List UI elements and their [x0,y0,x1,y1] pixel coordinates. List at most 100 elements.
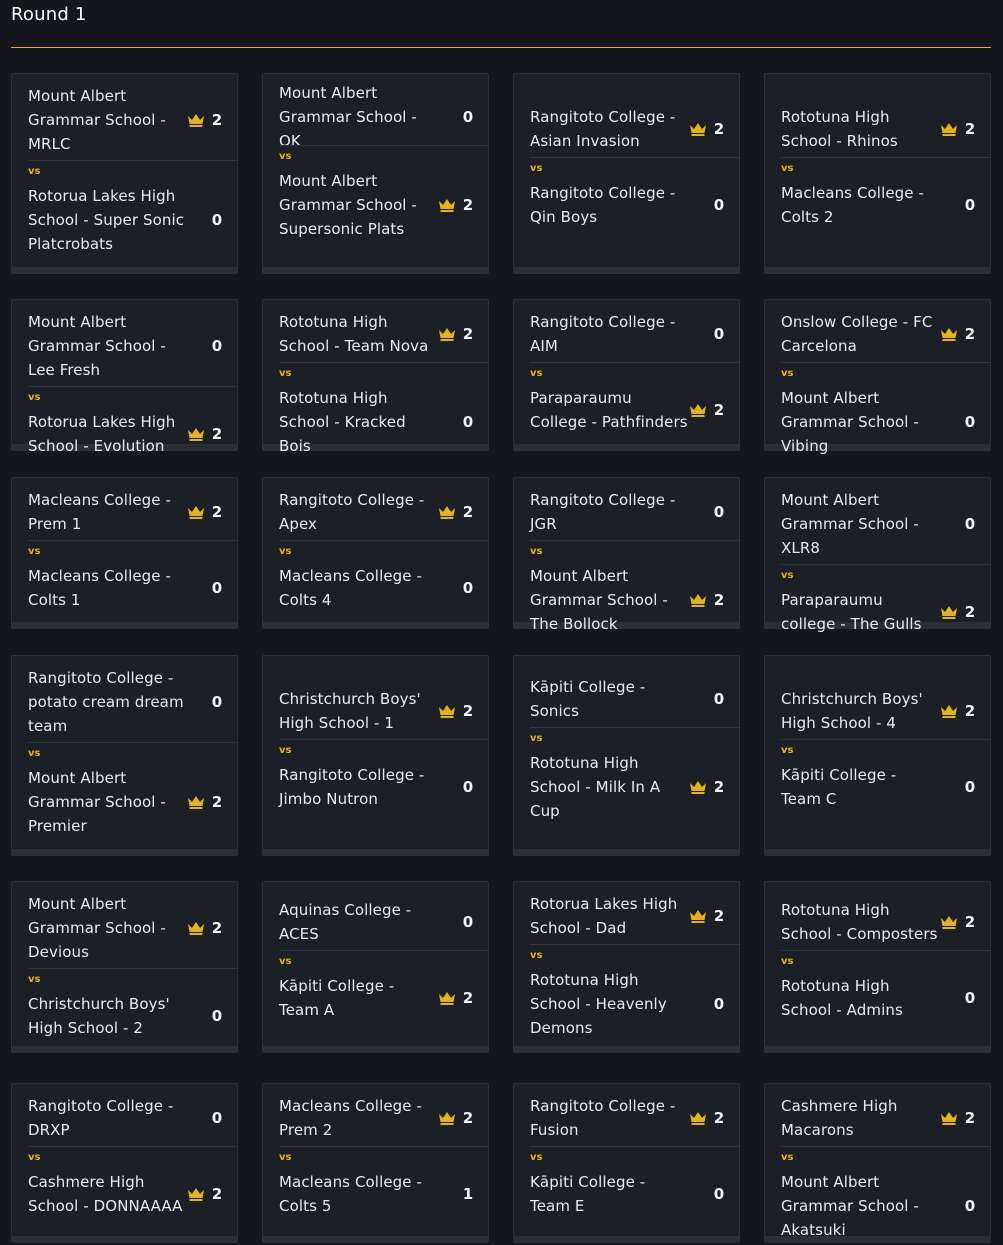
team-top[interactable]: Mount Albert Grammar School - Devious 2 [28,892,223,964]
team-name: Christchurch Boys' High School - 4 [781,690,923,732]
match-card[interactable]: Aquinas College - ACES 0 Kāpiti College - … [262,881,489,1053]
team-score: 0 [713,995,725,1013]
match-card[interactable]: Rangitoto College - Apex 2 Macleans Colleg… [262,477,489,629]
match-card[interactable]: Rototuna High School - Rhinos 2 Macleans C… [764,73,991,274]
match-card[interactable]: Macleans College - Prem 2 2 Macleans Colle… [262,1083,489,1243]
team-top[interactable]: Macleans College - Prem 1 2 [28,488,223,536]
match-divider [530,944,739,945]
crown-icon [690,1112,706,1125]
team-bottom[interactable]: Macleans College - Colts 5 1 [279,1170,474,1218]
team-bottom[interactable]: Rototuna High School - Heavenly Demons 0 [530,968,725,1040]
team-top[interactable]: Onslow College - FC Carcelona 2 [781,310,976,358]
team-bottom[interactable]: Macleans College - Colts 4 0 [279,564,474,612]
match-card[interactable]: Mount Albert Grammar School - OK 0 Mount A… [262,73,489,274]
team-top[interactable]: Christchurch Boys' High School - 4 2 [781,687,976,735]
match-card[interactable]: Macleans College - Prem 1 2 Macleans Colle… [11,477,238,629]
team-name: Mount Albert Grammar School - OK [279,84,417,150]
team-top[interactable]: Rototuna High School - Rhinos 2 [781,105,976,153]
team-top[interactable]: Mount Albert Grammar School - MRLC 2 [28,84,223,156]
team-bottom[interactable]: Mount Albert Grammar School - The Bolloc… [530,564,725,636]
team-bottom[interactable]: Kāpiti College - Team E 0 [530,1170,725,1218]
team-top[interactable]: Rototuna High School - Team Nova 2 [279,310,474,358]
match-card[interactable]: Onslow College - FC Carcelona 2 Mount Albe… [764,299,991,455]
team-top[interactable]: Rangitoto College - DRXP 0 [28,1094,223,1142]
match-card[interactable]: Rototuna High School - Team Nova 2 Rototun… [262,299,489,455]
team-bottom[interactable]: Rangitoto College - Jimbo Nutron 0 [279,763,474,811]
team-top[interactable]: Rangitoto College - JGR 0 [530,488,725,536]
match-card[interactable]: Rangitoto College - AIM 0 Paraparaumu Coll… [513,299,740,451]
team-top[interactable]: Christchurch Boys' High School - 1 2 [279,687,474,735]
match-card[interactable]: Rototuna High School - Composters 2 Rototu… [764,881,991,1053]
team-score: 0 [964,515,976,533]
match-card[interactable]: Rangitoto College - Asian Invasion 2 Rangi… [513,73,740,274]
match-card[interactable]: Christchurch Boys' High School - 1 2 Rangi… [262,655,489,856]
team-top[interactable]: Kāpiti College - Sonics 0 [530,675,725,723]
team-bottom[interactable]: Rototuna High School - Kracked Bois 0 [279,386,474,458]
match-card[interactable]: Mount Albert Grammar School - MRLC 2 Rotor… [11,73,238,274]
team-score: 0 [211,579,223,597]
match-card[interactable]: Mount Albert Grammar School - Lee Fresh 0… [11,299,238,455]
team-bottom[interactable]: Cashmere High School - DONNAAAA 2 [28,1170,223,1218]
match-card[interactable]: Christchurch Boys' High School - 4 2 Kāpit… [764,655,991,856]
team-bottom[interactable]: Paraparaumu College - Pathfinders 2 [530,386,725,434]
match-card[interactable]: Rangitoto College - JGR 0 Mount Albert Gra… [513,477,740,633]
team-bottom[interactable]: Christchurch Boys' High School - 2 0 [28,992,223,1040]
team-bottom[interactable]: Mount Albert Grammar School - Vibing 0 [781,386,976,458]
match-card[interactable]: Rotorua Lakes High School - Dad 2 Rototuna… [513,881,740,1053]
match-card[interactable]: Mount Albert Grammar School - Devious 2 Ch… [11,881,238,1053]
team-bottom[interactable]: Rototuna High School - Milk In A Cup 2 [530,751,725,823]
team-name: Rangitoto College - AIM [530,313,676,355]
team-top[interactable]: Aquinas College - ACES 0 [279,898,474,946]
team-bottom[interactable]: Kāpiti College - Team A 2 [279,974,474,1022]
vs-label: vs [279,546,292,557]
team-name: Mount Albert Grammar School - The Bolloc… [530,567,668,633]
match-divider [28,386,237,387]
vs-label: vs [279,745,292,756]
team-top[interactable]: Rototuna High School - Composters 2 [781,898,976,946]
team-top[interactable]: Cashmere High Macarons 2 [781,1094,976,1142]
team-score: 2 [964,603,976,621]
team-top[interactable]: Rangitoto College - Fusion 2 [530,1094,725,1142]
team-top[interactable]: Rangitoto College - potato cream dream t… [28,666,223,738]
team-score: 0 [713,690,725,708]
team-bottom[interactable]: Rotorua Lakes High School - Super Sonic … [28,184,223,256]
vs-label: vs [530,368,543,379]
match-divider [279,145,488,146]
team-top[interactable]: Rangitoto College - Apex 2 [279,488,474,536]
match-card[interactable]: Rangitoto College - DRXP 0 Cashmere High S… [11,1083,238,1243]
match-divider [28,1146,237,1147]
team-top[interactable]: Rotorua Lakes High School - Dad 2 [530,892,725,940]
crown-icon [690,404,706,417]
team-top[interactable]: Rangitoto College - Asian Invasion 2 [530,105,725,153]
team-top[interactable]: Mount Albert Grammar School - Lee Fresh 0 [28,310,223,382]
vs-label: vs [28,166,41,177]
match-card[interactable]: Rangitoto College - Fusion 2 Kāpiti Colleg… [513,1083,740,1243]
team-score: 2 [211,111,223,129]
team-bottom[interactable]: Mount Albert Grammar School - Supersonic… [279,169,474,241]
team-name: Rangitoto College - Fusion [530,1097,676,1139]
team-top[interactable]: Mount Albert Grammar School - XLR8 0 [781,488,976,560]
team-top[interactable]: Rangitoto College - AIM 0 [530,310,725,358]
match-card[interactable]: Rangitoto College - potato cream dream t… [11,655,238,856]
team-bottom[interactable]: Paraparaumu college - The Gulls 2 [781,588,976,636]
match-card[interactable]: Kāpiti College - Sonics 0 Rototuna High Sc… [513,655,740,856]
round-divider [11,47,991,48]
crown-icon [188,428,204,441]
team-score: 2 [713,401,725,419]
team-name: Mount Albert Grammar School - XLR8 [781,491,919,557]
team-top[interactable]: Mount Albert Grammar School - OK 0 [279,84,474,150]
team-bottom[interactable]: Mount Albert Grammar School - Premier 2 [28,766,223,838]
match-card[interactable]: Mount Albert Grammar School - XLR8 0 Parap… [764,477,991,633]
team-bottom[interactable]: Rotorua Lakes High School - Evolution 2 [28,410,223,458]
team-top[interactable]: Macleans College - Prem 2 2 [279,1094,474,1142]
team-bottom[interactable]: Macleans College - Colts 1 0 [28,564,223,612]
match-card[interactable]: Cashmere High Macarons 2 Mount Albert Gram… [764,1083,991,1243]
match-divider [279,950,488,951]
team-bottom[interactable]: Rangitoto College - Qin Boys 0 [530,181,725,229]
team-score: 0 [462,913,474,931]
round-title: Round 1 [11,4,87,25]
team-bottom[interactable]: Macleans College - Colts 2 0 [781,181,976,229]
team-bottom[interactable]: Mount Albert Grammar School - Akatsuki 0 [781,1170,976,1242]
team-bottom[interactable]: Kāpiti College - Team C 0 [781,763,976,811]
team-bottom[interactable]: Rototuna High School - Admins 0 [781,974,976,1022]
